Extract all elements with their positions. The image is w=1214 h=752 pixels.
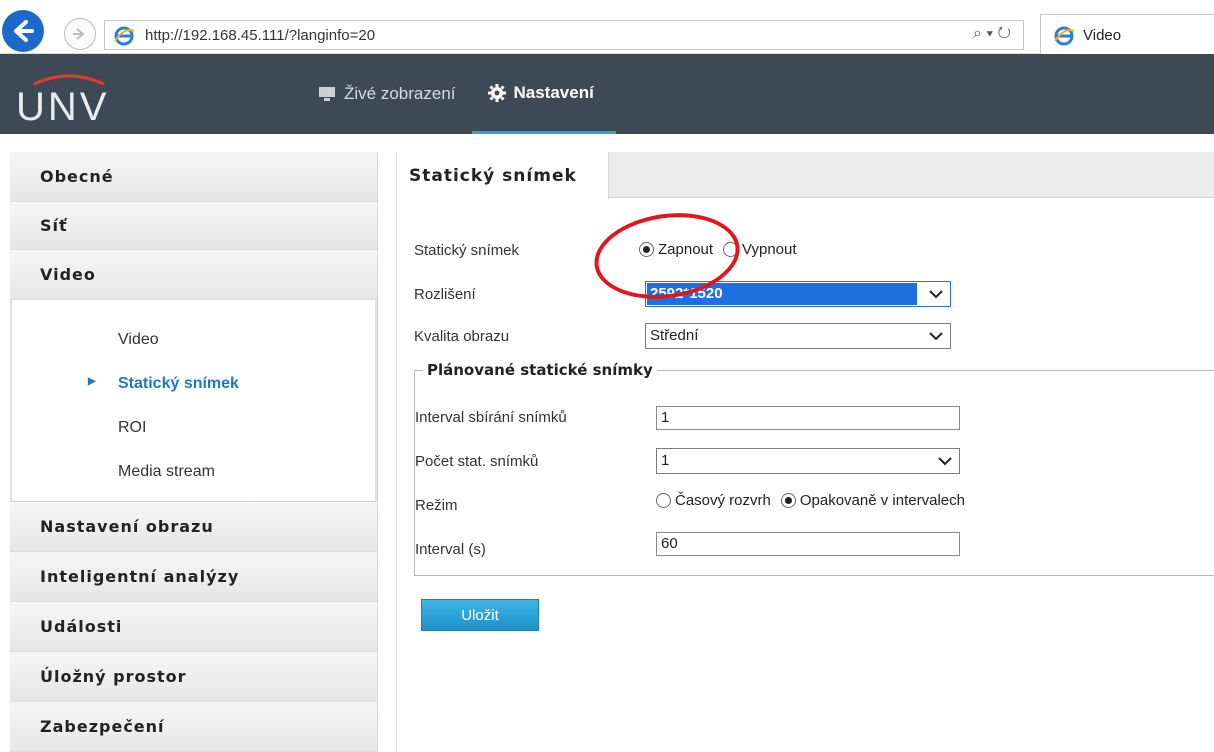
collect-interval-label: Interval sbírání snímků xyxy=(415,409,567,426)
submenu-item-media-stream[interactable]: Media stream xyxy=(12,450,375,494)
quality-value: Střední xyxy=(650,327,699,344)
mode-schedule-label[interactable]: Časový rozvrh xyxy=(675,492,771,509)
sidebar-item-general[interactable]: Obecné xyxy=(10,152,377,202)
sidebar-item-security[interactable]: Zabezpečení xyxy=(10,702,377,752)
url-text[interactable]: http://192.168.45.111/?langinfo=20 xyxy=(145,27,375,44)
content-panel: Statický snímek Statický snímek Zapnout … xyxy=(396,152,1214,752)
svg-text:UNV: UNV xyxy=(16,85,109,126)
sidebar-item-label: Zabezpečení xyxy=(40,717,165,736)
sidebar-item-events[interactable]: Události xyxy=(10,602,377,652)
sidebar-item-network[interactable]: Síť xyxy=(10,202,377,250)
submenu-item-label: Statický snímek xyxy=(118,375,239,392)
top-navigation: Živé zobrazení Nastavení xyxy=(318,54,616,134)
mode-label: Režim xyxy=(415,497,458,514)
resolution-value: 2592*1520 xyxy=(650,285,723,302)
arrow-right-icon xyxy=(73,28,85,40)
submenu-item-label: Video xyxy=(118,331,159,348)
snapshot-off-label[interactable]: Vypnout xyxy=(742,241,797,258)
interval-seconds-input[interactable]: 60 xyxy=(656,532,960,556)
resolution-label: Rozlišení xyxy=(414,286,476,303)
ie-icon xyxy=(113,25,135,51)
sidebar-item-image-settings[interactable]: Nastavení obrazu xyxy=(10,502,377,552)
sidebar-item-label: Úložný prostor xyxy=(40,667,187,686)
sidebar-item-storage[interactable]: Úložný prostor xyxy=(10,652,377,702)
gear-icon xyxy=(487,83,506,102)
quality-label: Kvalita obrazu xyxy=(414,328,510,345)
mode-radio-group: Časový rozvrh Opakovaně v intervalech xyxy=(656,492,971,509)
scheduled-snapshots-group: Plánované statické snímky Interval sbírá… xyxy=(414,361,1214,576)
unv-logo: UNV xyxy=(16,74,109,126)
snapshot-on-label[interactable]: Zapnout xyxy=(658,241,713,258)
interval-seconds-label: Interval (s) xyxy=(415,541,486,558)
snapshot-label: Statický snímek xyxy=(414,242,520,259)
scheduled-snapshots-legend: Plánované statické snímky xyxy=(423,361,657,379)
save-button[interactable]: Uložit xyxy=(421,599,539,631)
chevron-down-icon xyxy=(929,332,943,341)
snapshot-radio-group: Zapnout Vypnout xyxy=(639,241,803,258)
tab-settings-label: Nastavení xyxy=(513,82,594,102)
collect-interval-input[interactable]: 1 xyxy=(656,406,960,430)
sidebar-item-intelligent-analysis[interactable]: Inteligentní analýzy xyxy=(10,552,377,602)
video-submenu: Video ▶ Statický snímek ROI Media stream xyxy=(10,300,377,502)
back-button[interactable] xyxy=(2,10,44,52)
content-tabbar: Statický snímek xyxy=(397,152,1214,199)
monitor-icon xyxy=(319,87,335,101)
sidebar-item-label: Inteligentní analýzy xyxy=(40,567,240,586)
address-bar[interactable]: http://192.168.45.111/?langinfo=20 ⌕ ▾ ↻ xyxy=(104,20,1024,50)
tab-settings[interactable]: Nastavení xyxy=(471,54,616,134)
snapshot-off-radio[interactable] xyxy=(723,242,739,257)
tab-title: Video xyxy=(1083,27,1122,44)
snapshot-count-value: 1 xyxy=(661,452,670,469)
sidebar-item-video[interactable]: Video xyxy=(10,250,377,300)
submenu-item-label: Media stream xyxy=(118,463,215,480)
mode-schedule-radio[interactable] xyxy=(656,493,671,508)
forward-button[interactable] xyxy=(64,18,96,50)
snapshot-count-label: Počet stat. snímků xyxy=(415,453,539,470)
sidebar-item-label: Síť xyxy=(40,216,68,235)
submenu-item-label: ROI xyxy=(118,419,147,436)
snapshot-count-select[interactable]: 1 xyxy=(656,448,960,474)
chevron-down-icon xyxy=(938,457,952,466)
browser-tab[interactable]: Video xyxy=(1040,14,1214,54)
tab-snapshot[interactable]: Statický snímek xyxy=(397,152,609,199)
mode-repeat-radio[interactable] xyxy=(780,493,796,508)
browser-toolbar: http://192.168.45.111/?langinfo=20 ⌕ ▾ ↻… xyxy=(0,0,1214,54)
arrow-left-icon xyxy=(14,20,34,42)
ie-icon xyxy=(1053,25,1075,51)
app-header: UNV Živé zobrazení Nastavení xyxy=(0,54,1214,134)
chevron-down-icon xyxy=(929,290,943,299)
submenu-item-snapshot[interactable]: ▶ Statický snímek xyxy=(12,362,375,406)
sidebar-item-label: Nastavení obrazu xyxy=(40,517,214,536)
submenu-item-video[interactable]: Video xyxy=(12,318,375,362)
tab-live-view[interactable]: Živé zobrazení xyxy=(318,54,472,134)
resolution-select[interactable]: 2592*1520 xyxy=(645,281,951,307)
quality-select[interactable]: Střední xyxy=(645,323,951,349)
submenu-item-roi[interactable]: ROI xyxy=(12,406,375,450)
snapshot-on-radio[interactable] xyxy=(639,242,654,257)
sidebar-item-label: Události xyxy=(40,617,123,636)
sidebar-item-label: Video xyxy=(40,265,96,284)
sidebar: Obecné Síť Video Video ▶ Statický snímek … xyxy=(10,152,378,752)
tab-live-view-label: Živé zobrazení xyxy=(344,84,456,103)
mode-repeat-label[interactable]: Opakovaně v intervalech xyxy=(800,492,965,509)
search-refresh-icon[interactable]: ⌕ ▾ ↻ xyxy=(973,25,1011,43)
sidebar-item-label: Obecné xyxy=(40,167,114,186)
caret-right-icon: ▶ xyxy=(88,376,96,387)
